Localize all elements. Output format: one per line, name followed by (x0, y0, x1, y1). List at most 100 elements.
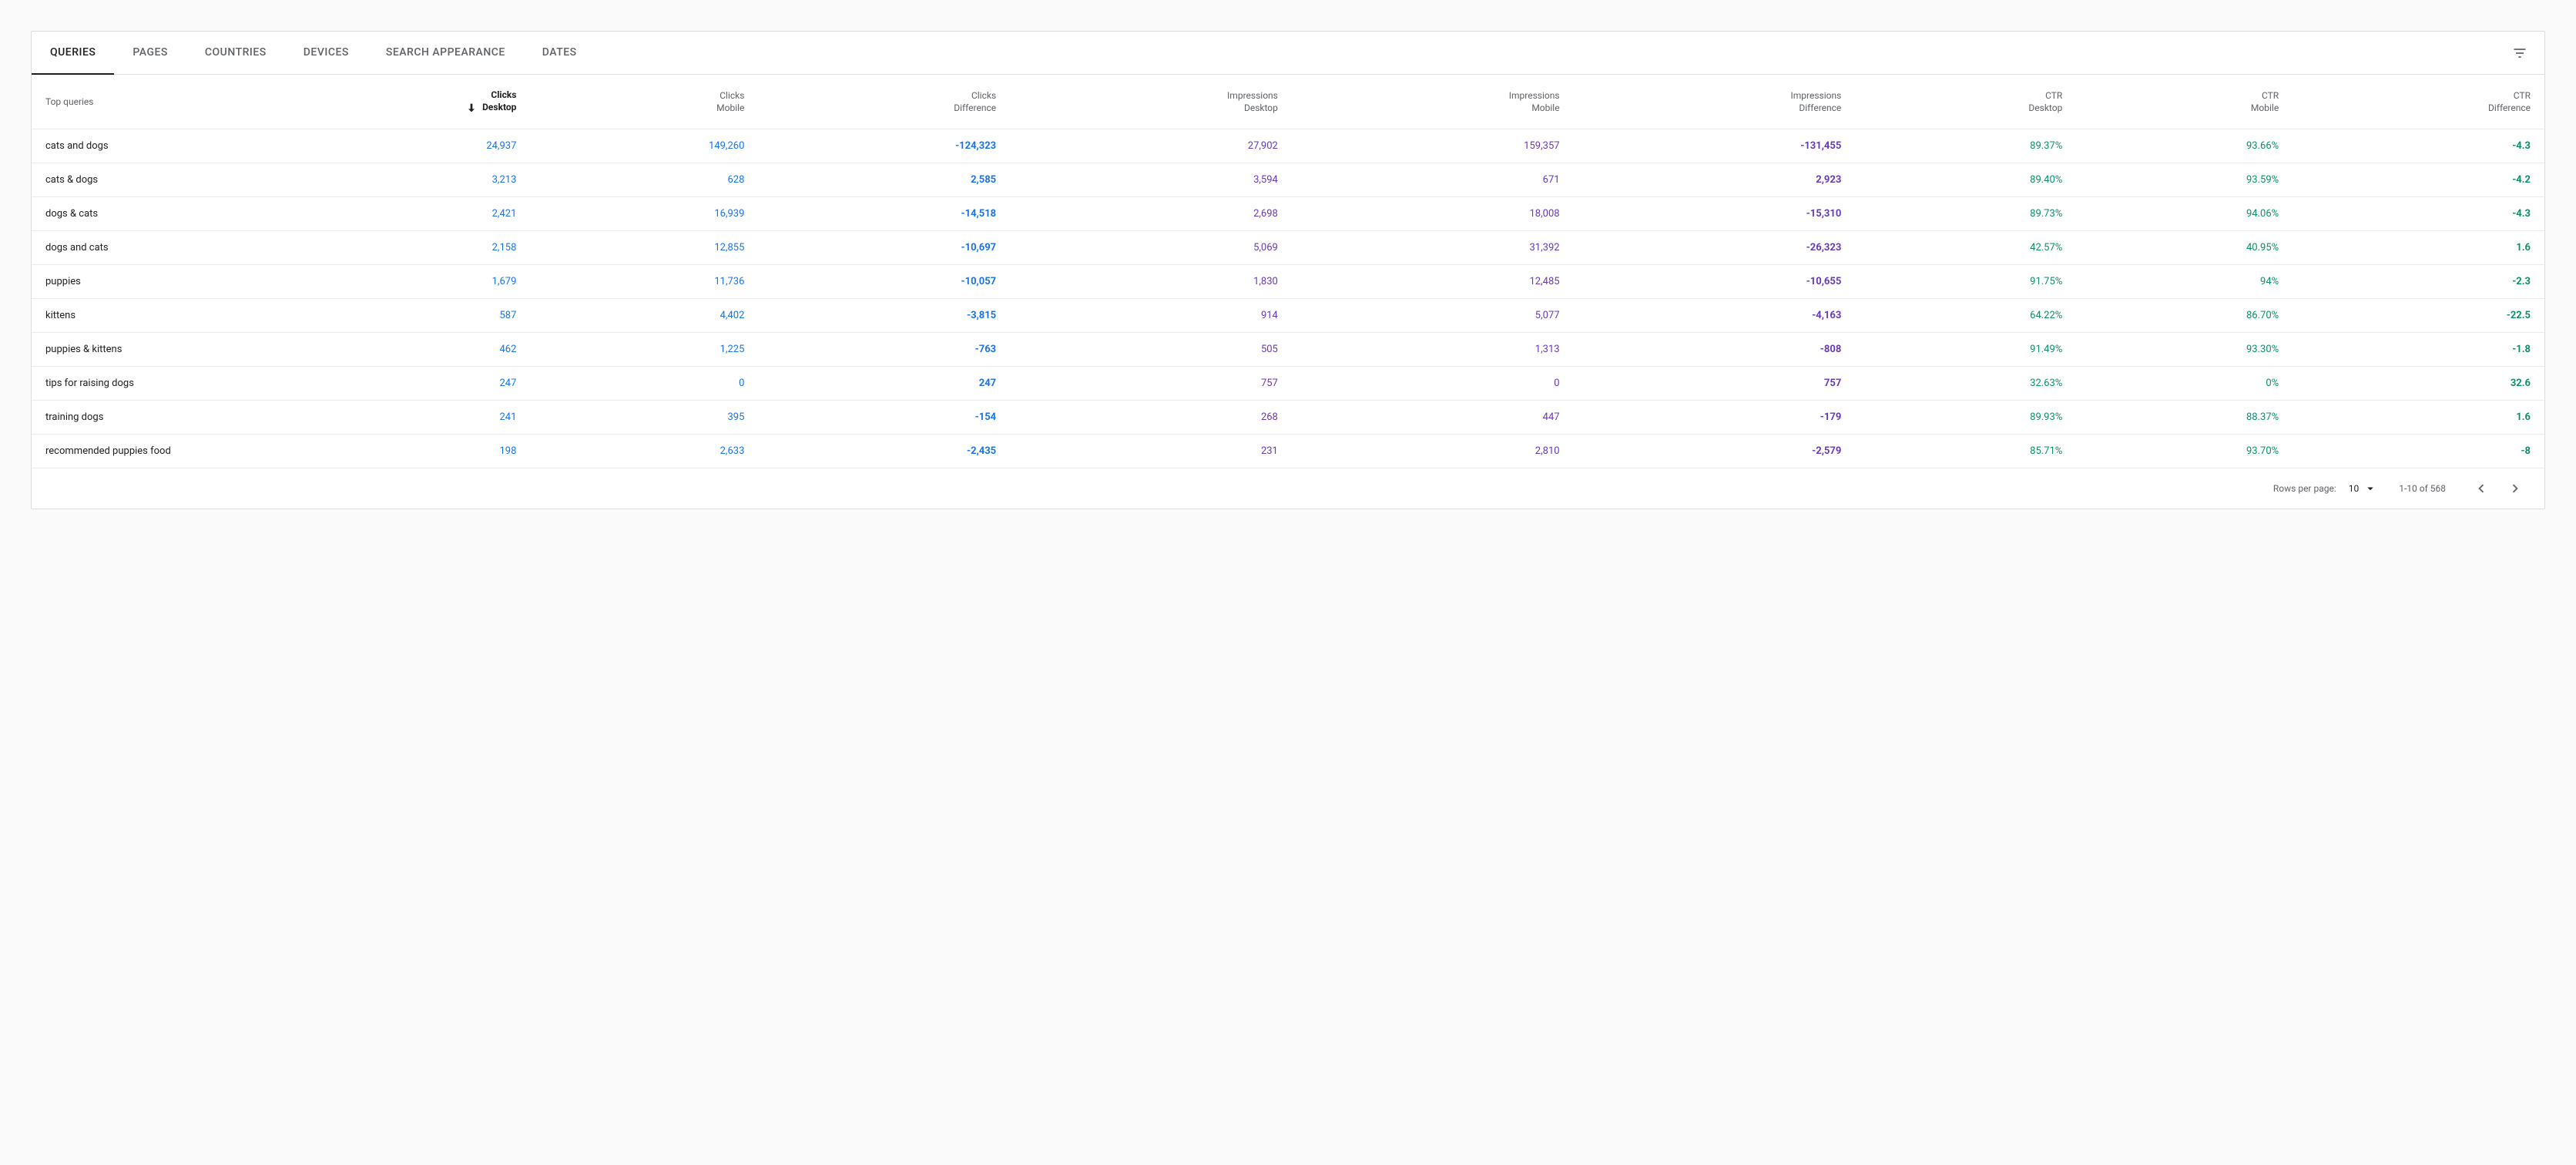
chevron-left-icon (2473, 480, 2490, 497)
metric-cell: 32.6 (2293, 366, 2544, 400)
page-range: 1-10 of 568 (2399, 483, 2446, 494)
metric-cell: -10,057 (758, 264, 1010, 298)
metric-cell: 1.6 (2293, 230, 2544, 264)
metric-cell: 1,679 (247, 264, 530, 298)
query-cell: puppies (32, 264, 247, 298)
metric-cell: -8 (2293, 434, 2544, 468)
tab-countries[interactable]: COUNTRIES (186, 32, 285, 75)
metric-cell: 2,810 (1292, 434, 1574, 468)
metric-cell: -4.3 (2293, 196, 2544, 230)
table-row[interactable]: kittens5874,402-3,8159145,077-4,16364.22… (32, 298, 2544, 332)
tab-pages[interactable]: PAGES (114, 32, 186, 75)
metric-cell: -15,310 (1574, 196, 1856, 230)
query-cell: cats & dogs (32, 163, 247, 196)
metric-cell: 149,260 (530, 129, 758, 163)
metric-cell: 24,937 (247, 129, 530, 163)
query-cell: dogs and cats (32, 230, 247, 264)
query-cell: dogs & cats (32, 196, 247, 230)
table-row[interactable]: puppies & kittens4621,225-7635051,313-80… (32, 332, 2544, 366)
metric-cell: 247 (758, 366, 1010, 400)
metric-cell: -124,323 (758, 129, 1010, 163)
metric-cell: 628 (530, 163, 758, 196)
table-row[interactable]: cats & dogs3,2136282,5853,5946712,92389.… (32, 163, 2544, 196)
column-header[interactable]: CTRDesktop (1855, 75, 2076, 129)
table-row[interactable]: puppies1,67911,736-10,0571,83012,485-10,… (32, 264, 2544, 298)
metric-cell: 757 (1010, 366, 1292, 400)
metric-cell: 31,392 (1292, 230, 1574, 264)
table-row[interactable]: cats and dogs24,937149,260-124,32327,902… (32, 129, 2544, 163)
queries-table: Top queriesClicksDesktopClicksMobileClic… (32, 75, 2544, 468)
query-cell: tips for raising dogs (32, 366, 247, 400)
column-header[interactable]: ClicksDesktop (247, 75, 530, 129)
metric-cell: -4.3 (2293, 129, 2544, 163)
column-header[interactable]: ImpressionsDifference (1574, 75, 1856, 129)
tab-search-appearance[interactable]: SEARCH APPEARANCE (367, 32, 524, 75)
metric-cell: -3,815 (758, 298, 1010, 332)
metric-cell: -2,579 (1574, 434, 1856, 468)
metric-cell: 12,485 (1292, 264, 1574, 298)
table-row[interactable]: dogs and cats2,15812,855-10,6975,06931,3… (32, 230, 2544, 264)
tab-queries[interactable]: QUERIES (32, 32, 114, 75)
metric-cell: 88.37% (2076, 400, 2293, 434)
metric-cell: 587 (247, 298, 530, 332)
tab-dates[interactable]: DATES (524, 32, 595, 75)
metric-cell: 395 (530, 400, 758, 434)
metric-cell: -10,697 (758, 230, 1010, 264)
tabs-row: QUERIESPAGESCOUNTRIESDEVICESSEARCH APPEA… (32, 32, 2544, 75)
metric-cell: 3,213 (247, 163, 530, 196)
performance-table-card: QUERIESPAGESCOUNTRIESDEVICESSEARCH APPEA… (31, 31, 2545, 509)
rows-per-page: Rows per page: 10 (2273, 482, 2377, 495)
column-header[interactable]: Top queries (32, 75, 247, 129)
column-header[interactable]: ImpressionsMobile (1292, 75, 1574, 129)
metric-cell: 1,225 (530, 332, 758, 366)
metric-cell: 91.75% (1855, 264, 2076, 298)
table-row[interactable]: recommended puppies food1982,633-2,43523… (32, 434, 2544, 468)
metric-cell: -2.3 (2293, 264, 2544, 298)
metric-cell: 93.70% (2076, 434, 2293, 468)
column-header[interactable]: CTRMobile (2076, 75, 2293, 129)
metric-cell: 89.73% (1855, 196, 2076, 230)
sort-descending-icon (465, 102, 478, 114)
metric-cell: -131,455 (1574, 129, 1856, 163)
metric-cell: 198 (247, 434, 530, 468)
next-page-button[interactable] (2501, 475, 2529, 502)
metric-cell: -4,163 (1574, 298, 1856, 332)
query-cell: recommended puppies food (32, 434, 247, 468)
rows-per-page-label: Rows per page: (2273, 483, 2336, 494)
metric-cell: 89.93% (1855, 400, 2076, 434)
metric-cell: 2,158 (247, 230, 530, 264)
metric-cell: 64.22% (1855, 298, 2076, 332)
table-row[interactable]: dogs & cats2,42116,939-14,5182,69818,008… (32, 196, 2544, 230)
table-scroll[interactable]: Top queriesClicksDesktopClicksMobileClic… (32, 75, 2544, 468)
column-header[interactable]: CTRDifference (2293, 75, 2544, 129)
column-header[interactable]: ClicksDifference (758, 75, 1010, 129)
filter-button[interactable] (2504, 38, 2535, 69)
metric-cell: -763 (758, 332, 1010, 366)
rows-per-page-select[interactable]: 10 (2349, 482, 2378, 495)
metric-cell: 94% (2076, 264, 2293, 298)
chevron-right-icon (2507, 480, 2524, 497)
query-cell: puppies & kittens (32, 332, 247, 366)
metric-cell: 12,855 (530, 230, 758, 264)
pagination: Rows per page: 10 1-10 of 568 (32, 468, 2544, 509)
table-row[interactable]: training dogs241395-154268447-17989.93%8… (32, 400, 2544, 434)
metric-cell: 4,402 (530, 298, 758, 332)
metric-cell: 85.71% (1855, 434, 2076, 468)
query-cell: kittens (32, 298, 247, 332)
metric-cell: -154 (758, 400, 1010, 434)
metric-cell: 447 (1292, 400, 1574, 434)
table-body: cats and dogs24,937149,260-124,32327,902… (32, 129, 2544, 468)
table-row[interactable]: tips for raising dogs2470247757075732.63… (32, 366, 2544, 400)
prev-page-button[interactable] (2467, 475, 2495, 502)
metric-cell: 94.06% (2076, 196, 2293, 230)
metric-cell: 91.49% (1855, 332, 2076, 366)
metric-cell: 89.40% (1855, 163, 2076, 196)
tab-devices[interactable]: DEVICES (285, 32, 367, 75)
metric-cell: 671 (1292, 163, 1574, 196)
column-header[interactable]: ImpressionsDesktop (1010, 75, 1292, 129)
metric-cell: 268 (1010, 400, 1292, 434)
metric-cell: 2,698 (1010, 196, 1292, 230)
metric-cell: 914 (1010, 298, 1292, 332)
column-header[interactable]: ClicksMobile (530, 75, 758, 129)
metric-cell: 159,357 (1292, 129, 1574, 163)
